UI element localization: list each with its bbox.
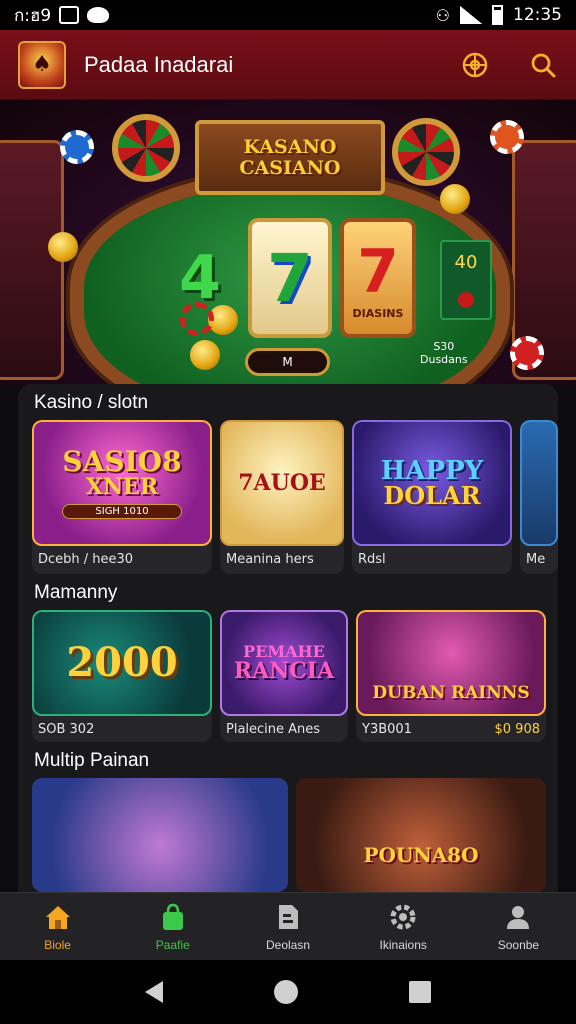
app-title: Padaa Inadarai [84, 51, 234, 77]
hero-spin-button[interactable]: M [245, 348, 330, 376]
search-button[interactable] [528, 50, 558, 80]
game-tile-happy-dolar[interactable]: HAPPY DOLAR Rdsl [352, 420, 512, 574]
roulette-wheel-left-icon [112, 114, 180, 182]
game-tile-subtitle: RANCIA [233, 658, 335, 684]
hero-sign-line1: KASANO [243, 135, 337, 158]
home-circle-icon[interactable] [273, 980, 298, 1004]
game-tile-caption: Me [526, 552, 546, 567]
game-tile-caption: Rdsl [358, 552, 386, 567]
game-tile-badge: SIGH 1010 [62, 503, 182, 519]
notification-box-icon [59, 6, 80, 24]
gold-coin-icon [440, 184, 470, 214]
hero-sign-line2: CASIANO [239, 156, 341, 179]
gold-coin-icon [48, 232, 78, 262]
nav-label-ikinaions: Ikinaions [379, 937, 427, 952]
system-nav-bar [0, 960, 576, 1024]
game-tile-art: DUBAN RAINNS [356, 610, 546, 716]
app-bar: ♠ Padaa Inadarai [0, 30, 576, 100]
game-tile-art: HAPPY DOLAR [352, 420, 512, 546]
hero-meta-line2: Dusdans [420, 353, 468, 367]
notification-face-icon [87, 7, 110, 23]
slot-machine-left-image [0, 140, 64, 380]
game-tile-title: 7AUOE [238, 470, 326, 496]
nav-item-paafie[interactable]: Paafie [115, 893, 230, 960]
game-tile-prize: $0 908 [494, 722, 541, 737]
game-tile-2000[interactable]: 2000 SOB 302 [32, 610, 212, 742]
game-tile-multiplayer-1[interactable] [32, 778, 288, 892]
game-tile-duban-rainns[interactable]: DUBAN RAINNS Y3B001 $0 908 [356, 610, 546, 742]
poker-chip-icon [490, 120, 524, 154]
game-tile-7auoe[interactable]: 7AUOE Meanina hers [220, 420, 344, 574]
slot-reel-3-label: DIASINS [352, 306, 404, 320]
hero-side-card: 40 [440, 240, 492, 320]
game-tile-art: PEMAHE RANCIA [220, 610, 348, 716]
game-tile-art [32, 778, 288, 892]
nav-label-home: Biole [44, 937, 71, 952]
section-title-multip: Multip Painan [34, 750, 150, 771]
chip-icon [458, 292, 474, 309]
game-tile-subtitle: XNER [85, 473, 159, 500]
nav-item-deolasn[interactable]: Deolasn [230, 893, 345, 960]
game-tile-art [520, 420, 558, 546]
game-tile-title: DUBAN RAINNS [372, 683, 530, 703]
game-tile-art: 7AUOE [220, 420, 344, 546]
game-tile-partial[interactable]: Me [520, 420, 558, 574]
game-tile-subtitle: DOLAR [383, 481, 481, 510]
vibrate-icon: ⚇ [435, 5, 450, 25]
nav-label-paafie: Paafie [155, 937, 190, 952]
game-tile-sasio8[interactable]: SASIO8 XNER SIGH 1010 Dcebh / hee30 [32, 420, 212, 574]
slot-reel-3: 7 DIASINS [340, 218, 416, 338]
nav-item-ikinaions[interactable]: Ikinaions [346, 893, 461, 960]
settings-wheel-button[interactable] [460, 50, 490, 80]
game-list-panel: Kasino / slotn SASIO8 XNER SIGH 1010 Dce… [18, 384, 558, 892]
back-icon[interactable] [145, 981, 164, 1003]
signal-icon [460, 6, 482, 24]
nav-item-home[interactable]: Biole [0, 893, 115, 960]
battery-icon [492, 5, 503, 25]
settings-icon [390, 904, 416, 929]
section-title-kasino: Kasino / slotn [34, 392, 149, 413]
home-icon [45, 905, 70, 929]
nav-label-deolasn: Deolasn [265, 937, 311, 952]
game-tile-caption: Y3B001 [362, 722, 412, 737]
poker-chip-icon [510, 336, 544, 370]
poker-chip-icon [60, 130, 94, 164]
slot-reel-3-value: 7 [357, 236, 399, 307]
hero-meta: S30 Dusdans [420, 340, 468, 366]
game-tile-art: 2000 [32, 610, 212, 716]
gold-coin-icon [190, 340, 220, 370]
roulette-wheel-right-icon [392, 118, 460, 186]
nav-label-soonbe: Soonbe [497, 937, 540, 952]
slot-reel-2: 7 [248, 218, 332, 338]
shopping-bag-icon [162, 903, 183, 930]
game-tile-art: SASIO8 XNER SIGH 1010 [32, 420, 212, 546]
hero-side-card-text: 40 [454, 251, 478, 273]
nav-item-soonbe[interactable]: Soonbe [461, 893, 576, 960]
settings-wheel-icon [462, 52, 488, 77]
game-tile-title: 2000 [66, 639, 178, 686]
hero-meta-line1: S30 [433, 340, 455, 353]
game-tile-caption: Meanina hers [226, 552, 314, 567]
section-title-mamanny: Mamanny [34, 582, 118, 603]
status-left-text: ก:ฮ9 [14, 5, 52, 26]
hero-banner[interactable]: KASANO CASIANO 4 7 7 DIASINS 40 M S30 Du… [0, 100, 576, 385]
poker-chip-icon [180, 302, 214, 336]
app-logo[interactable]: ♠ [18, 40, 66, 89]
document-icon [279, 904, 298, 929]
game-tile-title: SASIO8 [62, 444, 182, 478]
game-tile-pemahe-rancia[interactable]: PEMAHE RANCIA Plalecine Anes [220, 610, 348, 742]
bottom-nav: Biole Paafie Deolasn Ikinaions Soonbe [0, 892, 576, 960]
status-time: 12:35 [513, 5, 562, 25]
status-bar: ก:ฮ9 ⚇ 12:35 [0, 0, 576, 30]
hero-sign: KASANO CASIANO [195, 120, 385, 195]
profile-icon [507, 905, 530, 929]
game-tile-art: POUNA8O [296, 778, 546, 892]
game-tile-title: POUNA8O [363, 843, 479, 867]
game-tile-caption: Plalecine Anes [226, 722, 321, 737]
search-icon [531, 53, 556, 77]
game-tile-pouna8o[interactable]: POUNA8O [296, 778, 546, 892]
recent-apps-icon[interactable] [408, 981, 431, 1003]
game-tile-caption: SOB 302 [38, 722, 95, 737]
game-tile-caption: Dcebh / hee30 [38, 552, 134, 567]
